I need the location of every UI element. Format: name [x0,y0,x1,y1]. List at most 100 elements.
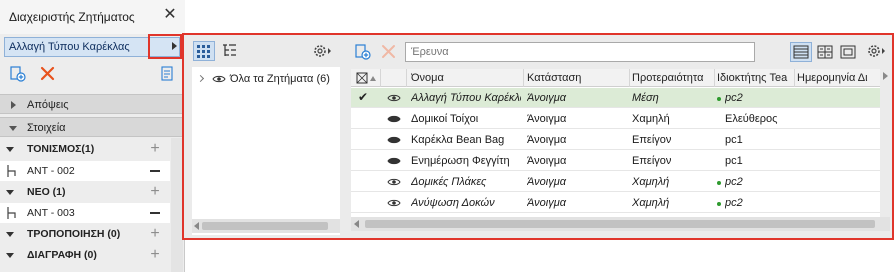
eye-icon[interactable] [387,177,401,187]
column-separator[interactable] [406,69,407,87]
cell-owner: Ελεύθερος [725,113,778,125]
search-input[interactable] [406,43,754,61]
section-elements-label: Στοιχεία [27,122,66,134]
add-element-icon[interactable]: + [147,245,163,265]
delete-issue-icon[interactable] [39,65,57,83]
column-header-name[interactable]: Όνομα [411,72,521,84]
tree-item-label: Όλα τα Ζητήματα (6) [230,73,330,85]
element-row[interactable]: ANT - 003 [0,203,170,223]
expanded-triangle-icon [6,253,14,258]
issue-list-icon[interactable] [159,65,177,83]
scroll-left-icon[interactable] [354,220,359,228]
scroll-thumb[interactable] [202,222,328,230]
search-field[interactable] [405,42,755,62]
split-view-icon [817,45,833,59]
section-elements[interactable]: Στοιχεία [0,117,185,137]
cell-owner: pc2 [725,197,743,209]
split-view-toggle[interactable] [814,42,836,62]
cell-owner: pc2 [725,92,743,104]
list-view-toggle[interactable] [790,42,812,62]
column-header-status[interactable]: Κατάσταση [527,72,627,84]
eye-closed-icon[interactable] [387,135,401,145]
cell-priority: Χαμηλή [632,176,670,188]
eye-closed-icon[interactable] [387,114,401,124]
cell-name: Ανύψωση Δοκών [411,197,495,209]
chevron-right-icon[interactable] [196,74,205,83]
eye-icon[interactable] [212,73,226,85]
list-settings-button[interactable] [864,41,886,61]
tree-settings-button[interactable] [310,41,332,61]
column-header-date[interactable]: Ημερομηνία Δι [797,72,879,84]
table-row[interactable]: Ανύψωση Δοκών Άνοιγμα Χαμηλή pc2 [351,193,890,213]
expand-arrow-icon[interactable] [172,42,177,50]
column-header-priority[interactable]: Προτεραιότητα [632,72,714,84]
add-element-icon[interactable]: + [147,139,163,159]
remove-element-icon[interactable] [150,212,160,214]
group-label: ΤΡΟΠΟΠΟΙΗΣΗ (0) [27,228,121,240]
cell-name: Αλλαγή Τύπου Καρέκλας [411,92,521,104]
group-new[interactable]: ΝΕΟ (1) + [0,182,170,202]
cell-status: Άνοιγμα [527,197,566,209]
gear-icon [868,45,885,57]
new-issue-icon[interactable] [354,43,372,61]
group-label: ΝΕΟ (1) [27,186,66,198]
hierarchy-view-toggle[interactable] [218,41,240,61]
cell-priority: Χαμηλή [632,113,670,125]
table-row[interactable]: Καρέκλα Bean Bag Άνοιγμα Επείγον pc1 [351,130,890,150]
tree-view-toggle[interactable] [193,41,215,61]
scroll-left-icon[interactable] [194,222,199,230]
close-icon[interactable]: ✕ [161,6,179,24]
cell-owner: pc1 [725,134,743,146]
scroll-thumb[interactable] [365,220,875,228]
column-separator[interactable] [629,69,630,87]
issue-manager-palette: Διαχειριστής Ζητήματος ✕ Αλλαγή Τύπου Κα… [0,0,185,272]
cell-status: Άνοιγμα [527,92,566,104]
eye-icon[interactable] [387,198,401,208]
palette-title-bar: Διαχειριστής Ζητήματος ✕ [0,0,185,34]
add-element-icon[interactable]: + [147,182,163,202]
cell-name: Ενημέρωση Φεγγίτη [411,155,510,167]
table-row[interactable]: ✔ Αλλαγή Τύπου Καρέκλας Άνοιγμα Μέση pc2 [351,88,890,108]
detail-view-toggle[interactable] [837,42,859,62]
sort-column-icon[interactable] [356,72,378,84]
issue-tree: Όλα τα Ζητήματα (6) [192,67,340,235]
group-highlight[interactable]: ΤΟΝΙΣΜΟΣ(1) + [0,139,170,159]
element-row[interactable]: ANT - 002 [0,161,170,181]
column-separator[interactable] [794,69,795,87]
table-horizontal-scrollbar[interactable] [351,217,890,231]
cell-owner: pc2 [725,176,743,188]
cell-priority: Επείγον [632,155,672,167]
palette-toolbar [0,60,185,88]
column-separator[interactable] [523,69,524,87]
eye-closed-icon[interactable] [387,156,401,166]
table-row[interactable]: Δομικές Πλάκες Άνοιγμα Χαμηλή pc2 [351,172,890,192]
table-row[interactable]: Ενημέρωση Φεγγίτη Άνοιγμα Επείγον pc1 [351,151,890,171]
expanded-triangle-icon [9,126,17,131]
tree-item-all-issues[interactable]: Όλα τα Ζητήματα (6) [192,71,340,89]
column-header-owner[interactable]: Ιδιοκτήτης Tea [717,72,793,84]
cell-status: Άνοιγμα [527,134,567,146]
tree-horizontal-scrollbar[interactable] [192,219,340,233]
scroll-right-icon[interactable] [883,72,888,80]
group-modification[interactable]: ΤΡΟΠΟΠΟΙΗΣΗ (0) + [0,224,170,244]
new-issue-icon[interactable] [9,65,27,83]
column-separator[interactable] [714,69,715,87]
delete-issue-icon [380,43,398,61]
cell-owner: pc1 [725,155,743,167]
section-views[interactable]: Απόψεις [0,94,185,114]
cell-name: Δομικές Πλάκες [411,176,487,188]
collapsed-triangle-icon [11,101,16,109]
eye-icon[interactable] [387,93,401,103]
table-row[interactable]: Δομικοί Τοίχοι Άνοιγμα Χαμηλή Ελεύθερος [351,109,890,129]
table-vertical-scrollbar[interactable] [880,69,890,217]
cell-priority: Χαμηλή [632,197,670,209]
group-deletion[interactable]: ΔΙΑΓΡΑΦΗ (0) + [0,245,170,265]
remove-element-icon[interactable] [150,170,160,172]
expanded-triangle-icon [6,147,14,152]
section-views-label: Απόψεις [27,99,69,111]
checkmark-icon: ✔ [358,90,369,104]
column-separator[interactable] [380,69,381,87]
cell-priority: Επείγον [632,134,672,146]
add-element-icon[interactable]: + [147,224,163,244]
online-dot-icon [717,202,721,206]
